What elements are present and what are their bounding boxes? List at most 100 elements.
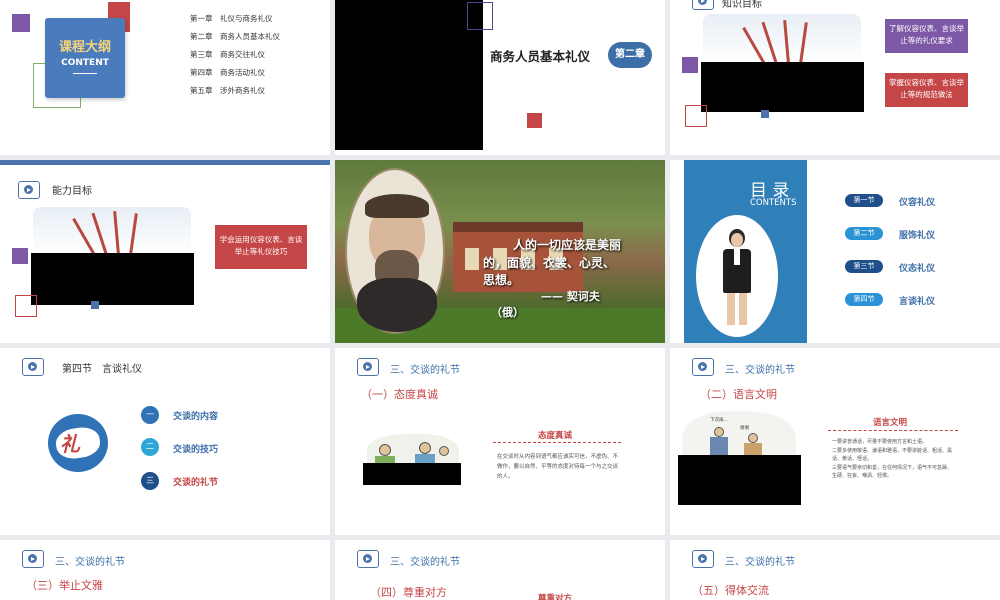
speech-bubble-1: 下次再… xyxy=(710,418,728,423)
etiquette-logo: 礼 xyxy=(48,414,108,472)
play-icon xyxy=(18,181,40,199)
slide-3-thumbnail[interactable]: 知识目标 了解仪容仪表、言谈举止等的礼仪要求 掌握仪容仪表、言谈举止等的规范做法 xyxy=(670,0,1000,155)
purple-square-decoration xyxy=(12,14,30,32)
box-divider xyxy=(493,442,621,443)
chapter-2: 第二章 商务人员基本礼仪 xyxy=(190,32,280,41)
box-body: 一要讲普通话，尽量不要使用方言和土语。 二要多使用敬语、谦语和雅语，不要讲脏话、… xyxy=(832,438,956,481)
box-divider xyxy=(828,430,958,431)
play-icon xyxy=(22,550,44,568)
slide-header: 三、交谈的礼节 xyxy=(725,557,795,568)
redacted-block xyxy=(31,253,194,305)
section-1-badge: 第一节 xyxy=(845,194,883,207)
slide-subheader: （一）态度真诚 xyxy=(361,388,438,401)
body-line-2: 二要多使用敬语、谦语和雅语，不要讲脏话、粗话、黑话、黄话、怪话。 xyxy=(832,447,953,463)
goal-box: 学会运用仪容仪表、言谈举止等礼仪技巧 xyxy=(215,225,307,269)
red-square-decoration xyxy=(527,113,542,128)
chapter-1: 第一章 礼仪与商务礼仪 xyxy=(190,14,273,23)
section-2-badge: 第二节 xyxy=(845,227,883,240)
play-icon xyxy=(22,358,44,376)
slide-header: 能力目标 xyxy=(52,186,92,197)
item-1-number: 一 xyxy=(141,406,159,424)
item-3-number: 三 xyxy=(141,472,159,490)
slide-7-thumbnail[interactable]: 第四节 言谈礼仪 礼 一 交谈的内容 二 交谈的技巧 三 交谈的礼节 xyxy=(0,348,330,535)
item-3-label[interactable]: 交谈的礼节 xyxy=(173,475,218,488)
item-2-number: 二 xyxy=(141,438,159,456)
section-1-label[interactable]: 仪容礼仪 xyxy=(899,195,935,208)
presenter-oval xyxy=(696,215,778,337)
section-4-badge: 第四节 xyxy=(845,293,883,306)
slide-12-thumbnail[interactable]: 三、交谈的礼节 （五）得体交流 xyxy=(670,540,1000,600)
red-outline-square xyxy=(685,105,707,127)
portrait-frame xyxy=(345,168,445,334)
slide-10-thumbnail[interactable]: 三、交谈的礼节 （三）举止文雅 xyxy=(0,540,330,600)
slide-subheader: （五）得体交流 xyxy=(692,584,769,597)
section-4-label[interactable]: 言谈礼仪 xyxy=(899,294,935,307)
body-line-1: 一要讲普通话，尽量不要使用方言和土语。 xyxy=(832,439,928,445)
item-2-label[interactable]: 交谈的技巧 xyxy=(173,442,218,455)
slide-subheader: （三）举止文雅 xyxy=(26,579,103,592)
section-3-badge: 第三节 xyxy=(845,260,883,273)
quote-author: —— 契诃夫 xyxy=(541,290,600,303)
goal-box-1: 了解仪容仪表、言谈举止等的礼仪要求 xyxy=(885,19,968,53)
redacted-block xyxy=(335,0,483,150)
portrait-coat xyxy=(357,278,437,332)
content-badge: 课程大纲 CONTENT xyxy=(45,18,125,98)
box-title: 态度真诚 xyxy=(538,431,573,441)
section-3-label[interactable]: 仪态礼仪 xyxy=(899,261,935,274)
redacted-block xyxy=(678,455,801,505)
slide-5-thumbnail[interactable]: 人的一切应该是美丽 的，面貌、衣裳、心灵、 思想。 —— 契诃夫 （俄） xyxy=(335,160,665,343)
slide-4-thumbnail[interactable]: 能力目标 学会运用仪容仪表、言谈举止等礼仪技巧 xyxy=(0,160,330,343)
chapter-3: 第三章 商务交往礼仪 xyxy=(190,50,265,59)
slide-header: 三、交谈的礼节 xyxy=(390,365,460,376)
redacted-block xyxy=(701,62,864,112)
slide-header: 三、交谈的礼节 xyxy=(725,365,795,376)
quote-line-2: 的，面貌、衣裳、心灵、 xyxy=(483,256,616,270)
slide-header: 三、交谈的礼节 xyxy=(55,557,125,568)
play-icon xyxy=(692,358,714,376)
chapter-badge: 第二章 xyxy=(608,42,652,68)
slide-header: 第四节 言谈礼仪 xyxy=(62,364,142,375)
quote-line-3: 思想。 xyxy=(483,273,520,287)
chapter-5: 第五章 涉外商务礼仪 xyxy=(190,86,265,95)
box-title: 尊重对方 xyxy=(538,594,573,600)
slide-1-thumbnail[interactable]: 课程大纲 CONTENT 第一章 礼仪与商务礼仪 第二章 商务人员基本礼仪 第三… xyxy=(0,0,330,155)
red-outline-square xyxy=(15,295,37,317)
outline-square-decoration xyxy=(467,2,493,30)
purple-square-decoration xyxy=(12,248,28,264)
badge-title: 课程大纲 xyxy=(58,40,111,55)
contents-subtitle: CONTENTS xyxy=(750,198,797,208)
play-icon xyxy=(692,550,714,568)
slide-subheader: （四）尊重对方 xyxy=(370,586,447,599)
hands-image xyxy=(33,207,191,256)
slide-sorter-grid: 课程大纲 CONTENT 第一章 礼仪与商务礼仪 第二章 商务人员基本礼仪 第三… xyxy=(0,0,1000,600)
section-2-label[interactable]: 服饰礼仪 xyxy=(899,228,935,241)
hands-image xyxy=(703,14,861,65)
chapter-4: 第四章 商务活动礼仪 xyxy=(190,68,265,77)
slide-11-thumbnail[interactable]: 三、交谈的礼节 （四）尊重对方 尊重对方 xyxy=(335,540,665,600)
badge-subtitle: CONTENT xyxy=(61,58,109,68)
slide-header: 知识目标 xyxy=(722,0,762,10)
slide-title: 商务人员基本礼仪 xyxy=(490,49,591,64)
logo-text: 礼 xyxy=(60,432,80,456)
badge-underline xyxy=(73,73,97,74)
slide-9-thumbnail[interactable]: 三、交谈的礼节 （二）语言文明 下次再… 谢谢 语言文明 一要讲普通话，尽量不要… xyxy=(670,348,1000,535)
item-1-label[interactable]: 交谈的内容 xyxy=(173,409,218,422)
slide-8-thumbnail[interactable]: 三、交谈的礼节 （一）态度真诚 态度真诚 在交谈时从内容到语气都应诚实可信，不虚… xyxy=(335,348,665,535)
purple-square-decoration xyxy=(682,57,698,73)
top-bar xyxy=(0,160,330,165)
portrait-hair xyxy=(365,194,429,218)
body-line-3: 三要语气要亲切和善，在任何情况下，语气不可急躁、生硬、狂妄、嘲讽、轻慢。 xyxy=(832,464,953,480)
play-icon xyxy=(357,550,379,568)
quote-line-1: 人的一切应该是美丽 xyxy=(513,238,622,252)
play-icon xyxy=(692,0,714,10)
slide-2-thumbnail[interactable]: 商务人员基本礼仪 第二章 xyxy=(335,0,665,155)
play-icon xyxy=(357,358,379,376)
blue-square-decoration xyxy=(761,110,769,118)
box-body: 在交谈时从内容到语气都应诚实可信，不虚伪、不做作，要以自然、平等的态度对待每一个… xyxy=(497,454,619,480)
blue-square-decoration xyxy=(91,301,99,309)
goal-box-2: 掌握仪容仪表、言谈举止等的规范做法 xyxy=(885,73,968,107)
slide-6-thumbnail[interactable]: 目 录 CONTENTS 第一节 仪容礼仪 第二节 服饰礼仪 第三节 仪态礼仪 … xyxy=(670,160,1000,343)
redacted-block xyxy=(363,463,461,485)
quote-country: （俄） xyxy=(491,306,524,319)
slide-header: 三、交谈的礼节 xyxy=(390,557,460,568)
